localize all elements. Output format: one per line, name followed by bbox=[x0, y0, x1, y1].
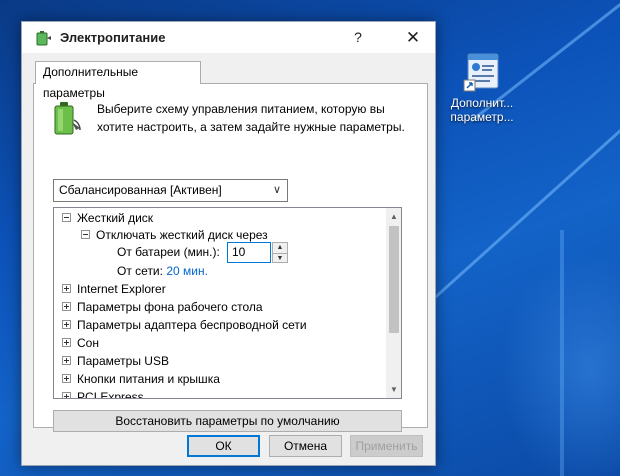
plugged-in-label: От сети: bbox=[117, 264, 163, 278]
control-panel-icon bbox=[462, 52, 502, 92]
tree-item-label: Отключать жесткий диск через bbox=[96, 228, 268, 242]
on-battery-minutes-input[interactable]: 10 bbox=[227, 242, 271, 263]
tree-item-label: Параметры фона рабочего стола bbox=[77, 300, 263, 314]
expand-icon[interactable] bbox=[62, 284, 71, 294]
tree-item-label: Параметры адаптера беспроводной сети bbox=[77, 318, 307, 332]
help-button[interactable]: ? bbox=[343, 22, 373, 53]
expand-icon[interactable] bbox=[62, 374, 71, 384]
settings-tree[interactable]: Жесткий диск Отключать жесткий диск чере… bbox=[53, 207, 402, 399]
intro-description: Выберите схему управления питанием, кото… bbox=[97, 102, 405, 134]
tree-item[interactable]: Параметры фона рабочего стола bbox=[62, 299, 263, 316]
power-options-dialog: Электропитание ? ✕ Дополнительные параме… bbox=[21, 21, 436, 466]
on-battery-label: От батареи (мин.): bbox=[117, 245, 220, 259]
tab-advanced-settings[interactable]: Дополнительные параметры bbox=[35, 61, 201, 100]
tree-item-label: PCI Express bbox=[77, 390, 144, 398]
window-title: Электропитание bbox=[60, 30, 166, 45]
tree-item-label: Internet Explorer bbox=[77, 282, 166, 296]
expand-icon[interactable] bbox=[62, 302, 71, 312]
restore-defaults-button[interactable]: Восстановить параметры по умолчанию bbox=[53, 410, 402, 432]
tree-item[interactable]: Кнопки питания и крышка bbox=[62, 371, 220, 388]
advanced-settings-panel: Выберите схему управления питанием, кото… bbox=[33, 83, 428, 432]
expand-icon[interactable] bbox=[62, 338, 71, 348]
expand-icon[interactable] bbox=[62, 320, 71, 330]
close-button[interactable]: ✕ bbox=[390, 22, 436, 53]
minutes-spinner[interactable]: ▲ ▼ bbox=[272, 242, 288, 263]
tree-item[interactable]: Internet Explorer bbox=[62, 281, 166, 298]
tree-item[interactable]: Параметры адаптера беспроводной сети bbox=[62, 317, 307, 334]
spin-down-icon[interactable]: ▼ bbox=[273, 253, 287, 263]
tree-item[interactable]: Сон bbox=[62, 335, 99, 352]
plugged-in-value-link[interactable]: 20 мин. bbox=[166, 264, 208, 278]
tree-item-label: Параметры USB bbox=[77, 354, 169, 368]
tree-item[interactable]: PCI Express bbox=[62, 389, 144, 398]
tree-item-label: Кнопки питания и крышка bbox=[77, 372, 220, 386]
cancel-button[interactable]: Отмена bbox=[269, 435, 342, 457]
scrollbar-thumb[interactable] bbox=[389, 226, 399, 333]
expand-icon[interactable] bbox=[62, 392, 71, 398]
ok-button[interactable]: ОК bbox=[187, 435, 260, 457]
expand-icon[interactable] bbox=[62, 356, 71, 366]
tree-item-hard-disk[interactable]: Жесткий диск bbox=[62, 210, 153, 227]
desktop-shortcut-advanced-settings[interactable]: Дополнит... параметр... bbox=[446, 52, 518, 124]
tree-item[interactable]: Параметры USB bbox=[62, 353, 169, 370]
tree-item-label: Жесткий диск bbox=[77, 211, 154, 225]
power-plan-icon bbox=[34, 29, 54, 47]
tree-scrollbar[interactable]: ▲ ▼ bbox=[386, 208, 401, 398]
spin-up-icon[interactable]: ▲ bbox=[273, 243, 287, 253]
collapse-icon[interactable] bbox=[62, 213, 71, 223]
desktop-shortcut-label-line1: Дополнит... bbox=[450, 96, 514, 110]
power-scheme-select[interactable]: Сбалансированная [Активен] ∨ bbox=[53, 179, 288, 202]
desktop-shortcut-label-line2: параметр... bbox=[450, 110, 514, 124]
collapse-icon[interactable] bbox=[81, 230, 90, 240]
plugged-in-row: От сети: 20 мин. bbox=[117, 263, 208, 280]
scroll-up-icon[interactable]: ▲ bbox=[386, 208, 401, 225]
title-bar[interactable]: Электропитание ? ✕ bbox=[22, 22, 435, 53]
battery-settings-icon bbox=[50, 100, 82, 138]
tree-item-label: Сон bbox=[77, 336, 99, 350]
chevron-down-icon: ∨ bbox=[272, 184, 281, 196]
scroll-down-icon[interactable]: ▼ bbox=[386, 381, 401, 398]
apply-button[interactable]: Применить bbox=[350, 435, 423, 457]
power-scheme-selected: Сбалансированная [Активен] bbox=[59, 183, 222, 197]
